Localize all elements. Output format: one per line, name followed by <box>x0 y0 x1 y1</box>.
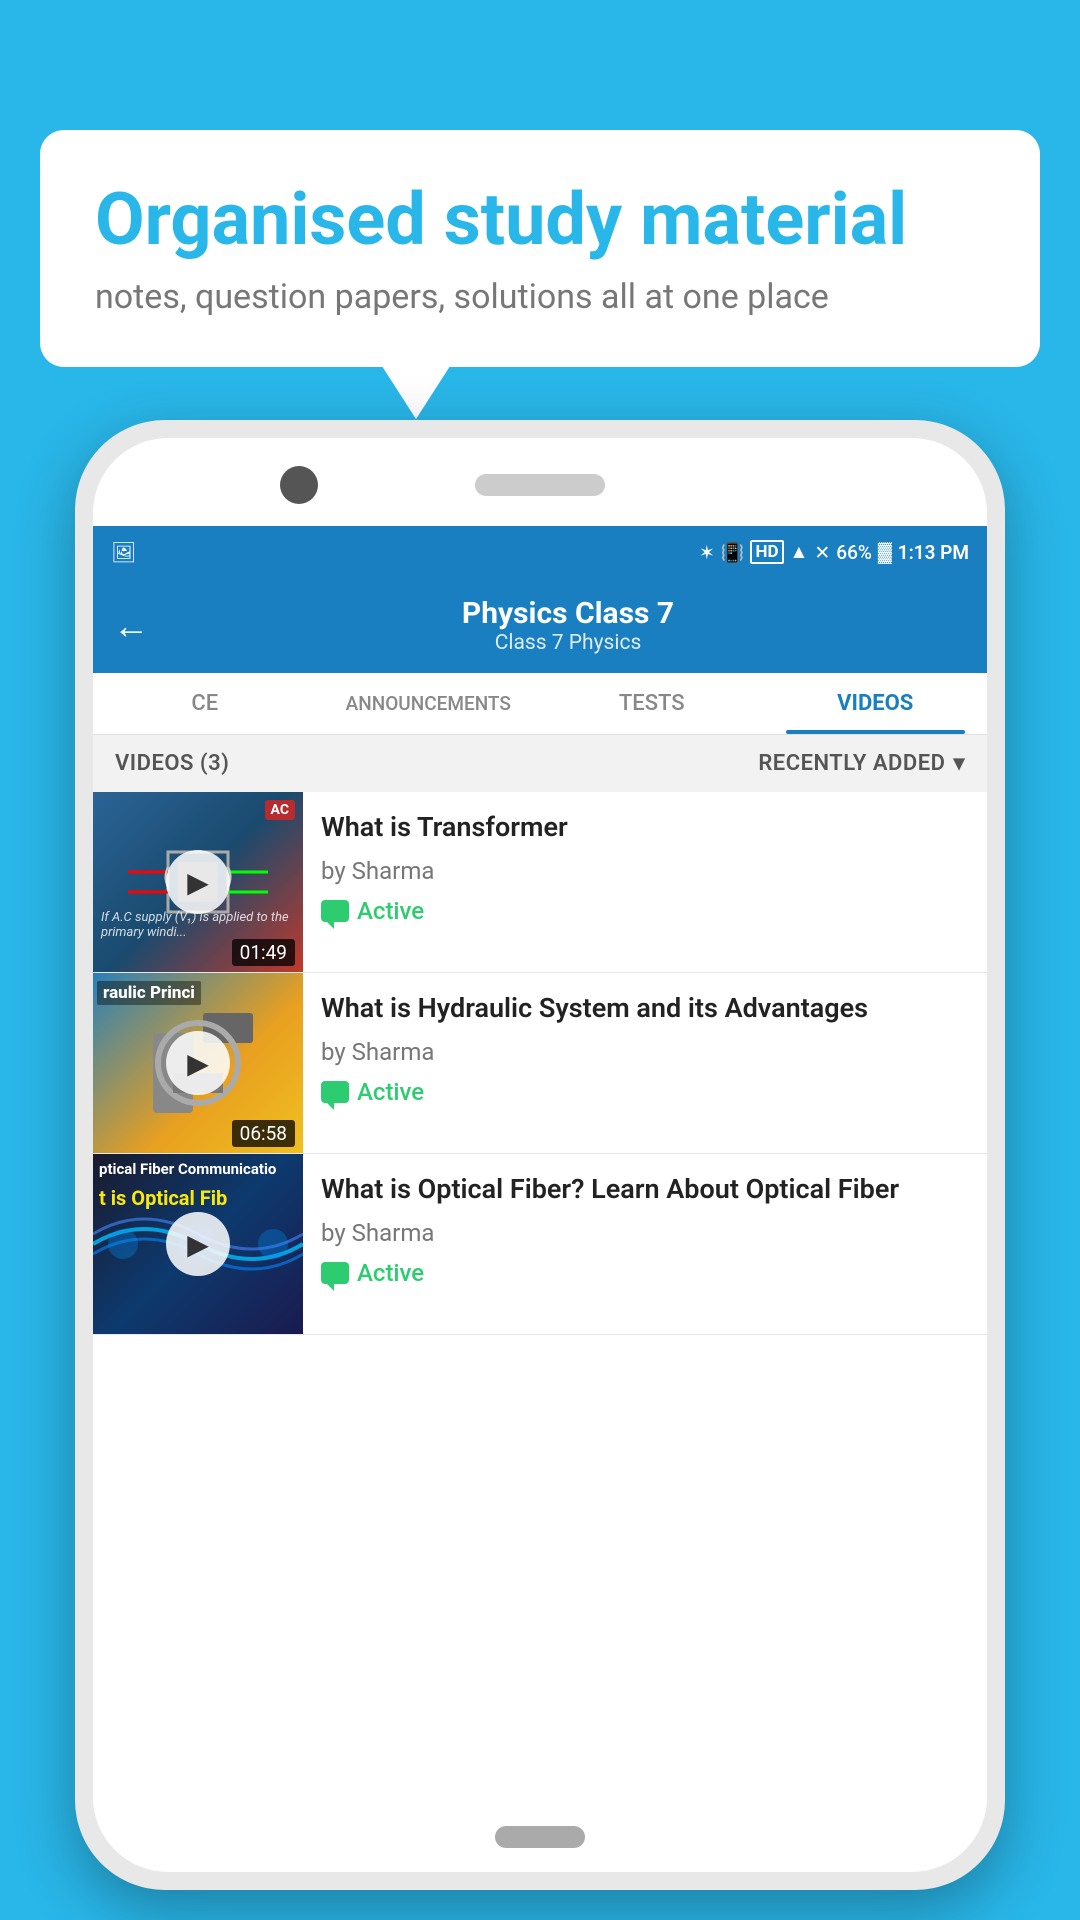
video-status-3: Active <box>321 1259 969 1287</box>
chat-icon-2 <box>321 1081 349 1103</box>
video-info-2: What is Hydraulic System and its Advanta… <box>303 973 987 1124</box>
sort-label: RECENTLY ADDED <box>758 751 945 776</box>
status-label-1: Active <box>357 897 424 925</box>
videos-header: VIDEOS (3) RECENTLY ADDED ▾ <box>93 735 987 792</box>
chat-icon-1 <box>321 900 349 922</box>
play-button-2[interactable]: ▶ <box>166 1031 230 1095</box>
chevron-down-icon: ▾ <box>953 751 965 776</box>
tab-ce[interactable]: CE <box>93 673 317 734</box>
bubble-subtitle: notes, question papers, solutions all at… <box>95 277 985 317</box>
video-title-3: What is Optical Fiber? Learn About Optic… <box>321 1172 969 1207</box>
header-text: Physics Class 7 Class 7 Physics <box>169 596 967 655</box>
battery-percent: 66% <box>836 541 872 564</box>
phone-speaker <box>475 474 605 496</box>
status-label-2: Active <box>357 1078 424 1106</box>
speech-bubble: Organised study material notes, question… <box>40 130 1040 367</box>
thumb-top-label-2: raulic Princi <box>97 981 201 1005</box>
tab-videos[interactable]: VIDEOS <box>764 673 988 734</box>
play-button-3[interactable]: ▶ <box>166 1212 230 1276</box>
chat-icon-3 <box>321 1262 349 1284</box>
video-item-2[interactable]: raulic Princi ▶ 06:58 What is Hydraulic … <box>93 973 987 1154</box>
back-button[interactable]: ← <box>113 605 149 647</box>
status-left: 🖼 <box>111 540 136 564</box>
signal-icon: ✕ <box>814 541 830 564</box>
video-info-1: What is Transformer by Sharma Active <box>303 792 987 943</box>
phone-inner: 🖼 ✶ 📳 HD ▲ ✕ 66% ▓ 1:13 PM ← Physics Cla… <box>93 438 987 1872</box>
video-thumbnail-1: AC ▶ 01:49 If A.C supply (V₁) is applied… <box>93 792 303 972</box>
bluetooth-icon: ✶ <box>699 541 715 564</box>
video-status-2: Active <box>321 1078 969 1106</box>
phone-home-button[interactable] <box>495 1826 585 1848</box>
tab-bar: CE ANNOUNCEMENTS TESTS VIDEOS <box>93 673 987 735</box>
phone-screen: 🖼 ✶ 📳 HD ▲ ✕ 66% ▓ 1:13 PM ← Physics Cla… <box>93 526 987 1810</box>
video-duration-2: 06:58 <box>232 1120 295 1147</box>
video-info-3: What is Optical Fiber? Learn About Optic… <box>303 1154 987 1305</box>
status-image-icon: 🖼 <box>111 540 136 564</box>
video-thumbnail-2: raulic Princi ▶ 06:58 <box>93 973 303 1153</box>
video-thumbnail-3: ptical Fiber Communicatio t is Optical F… <box>93 1154 303 1334</box>
status-bar: 🖼 ✶ 📳 HD ▲ ✕ 66% ▓ 1:13 PM <box>93 526 987 578</box>
app-header: ← Physics Class 7 Class 7 Physics <box>93 578 987 673</box>
tab-announcements[interactable]: ANNOUNCEMENTS <box>317 673 541 734</box>
video-item-3[interactable]: ptical Fiber Communicatio t is Optical F… <box>93 1154 987 1335</box>
tab-tests[interactable]: TESTS <box>540 673 764 734</box>
hd-badge: HD <box>750 540 783 564</box>
status-right: ✶ 📳 HD ▲ ✕ 66% ▓ 1:13 PM <box>699 540 969 564</box>
time: 1:13 PM <box>898 541 969 564</box>
battery-icon: ▓ <box>878 540 892 564</box>
video-title-2: What is Hydraulic System and its Advanta… <box>321 991 969 1026</box>
thumb-caption-1: If A.C supply (V₁) is applied to the pri… <box>93 906 303 944</box>
videos-count: VIDEOS (3) <box>115 751 229 776</box>
vibrate-icon: 📳 <box>721 541 745 564</box>
video-status-1: Active <box>321 897 969 925</box>
video-item-1[interactable]: AC ▶ 01:49 If A.C supply (V₁) is applied… <box>93 792 987 973</box>
video-author-3: by Sharma <box>321 1219 969 1247</box>
header-breadcrumb: Class 7 Physics <box>169 631 967 655</box>
video-title-1: What is Transformer <box>321 810 969 845</box>
phone-camera <box>280 466 318 504</box>
header-title: Physics Class 7 <box>169 596 967 631</box>
video-author-1: by Sharma <box>321 857 969 885</box>
status-label-3: Active <box>357 1259 424 1287</box>
video-list: AC ▶ 01:49 If A.C supply (V₁) is applied… <box>93 792 987 1335</box>
phone-frame: 🖼 ✶ 📳 HD ▲ ✕ 66% ▓ 1:13 PM ← Physics Cla… <box>75 420 1005 1890</box>
video-author-2: by Sharma <box>321 1038 969 1066</box>
bubble-title: Organised study material <box>95 180 985 259</box>
thumb-top-label-3b: t is Optical Fib <box>93 1186 303 1210</box>
thumb-label-1: AC <box>265 800 295 820</box>
sort-dropdown[interactable]: RECENTLY ADDED ▾ <box>758 751 965 776</box>
wifi-icon: ▲ <box>790 540 809 564</box>
thumb-top-label-3a: ptical Fiber Communicatio <box>93 1160 303 1178</box>
play-button-1[interactable]: ▶ <box>166 850 230 914</box>
